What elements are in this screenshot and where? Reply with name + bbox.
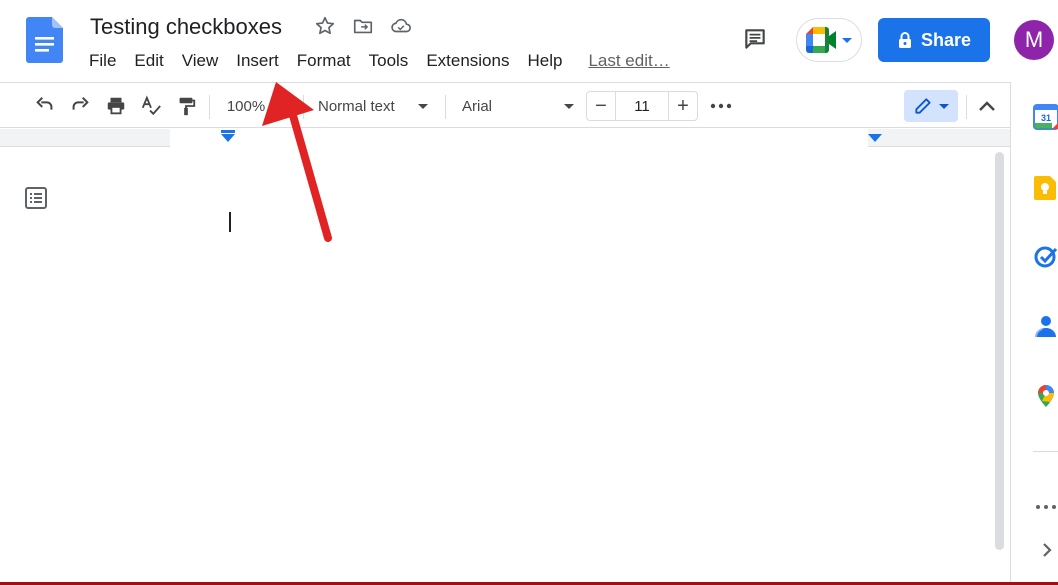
increase-font-size-button[interactable]: + <box>669 92 697 120</box>
collapse-icon[interactable] <box>976 83 998 129</box>
document-canvas[interactable] <box>0 148 1010 582</box>
meet-icon <box>806 27 836 53</box>
tasks-icon[interactable] <box>1033 243 1058 269</box>
chevron-down-icon <box>842 37 852 43</box>
right-indent-marker[interactable] <box>868 134 882 142</box>
menu-bar: File Edit View Insert Format Tools Exten… <box>89 50 679 72</box>
ruler-page-area <box>170 129 868 147</box>
share-label: Share <box>920 29 972 50</box>
font-size-stepper: − 11 + <box>586 91 698 121</box>
lock-icon <box>898 32 911 48</box>
undo-icon[interactable] <box>32 83 58 129</box>
menu-file[interactable]: File <box>89 50 125 72</box>
side-panel: 31 <box>1010 82 1058 582</box>
text-cursor <box>229 212 231 232</box>
style-value: Normal text <box>318 97 395 115</box>
chevron-down-icon <box>939 103 949 109</box>
avatar[interactable]: M <box>1014 20 1054 60</box>
font-value: Arial <box>462 97 493 115</box>
left-indent-marker[interactable] <box>221 134 235 142</box>
header: Testing checkboxes File Edit View Insert… <box>0 0 1058 82</box>
menu-edit[interactable]: Edit <box>125 50 172 72</box>
comment-icon[interactable] <box>737 24 773 54</box>
menu-format[interactable]: Format <box>288 50 360 72</box>
star-icon[interactable] <box>313 14 337 38</box>
print-icon[interactable] <box>103 83 129 129</box>
keep-icon[interactable] <box>1033 175 1058 201</box>
editing-mode-button[interactable] <box>904 90 958 122</box>
zoom-select[interactable]: 100% <box>222 83 270 129</box>
first-line-indent-marker[interactable] <box>221 130 235 133</box>
calendar-day: 31 <box>1041 113 1051 123</box>
pencil-icon <box>915 98 931 114</box>
toolbar: 100% Normal text Arial − 11 + <box>0 82 1010 128</box>
style-select[interactable]: Normal text <box>318 83 434 129</box>
menu-help[interactable]: Help <box>518 50 571 72</box>
more-icon[interactable] <box>708 83 734 129</box>
menu-insert[interactable]: Insert <box>227 50 288 72</box>
font-size-input[interactable]: 11 <box>615 92 669 120</box>
zoom-value: 100% <box>226 97 266 115</box>
cloud-status-icon[interactable] <box>389 14 413 38</box>
redo-icon[interactable] <box>67 83 93 129</box>
chevron-down-icon <box>564 103 574 109</box>
chevron-down-icon <box>418 103 428 109</box>
spellcheck-icon[interactable] <box>138 83 164 129</box>
ruler[interactable] <box>0 129 1010 147</box>
menu-view[interactable]: View <box>173 50 228 72</box>
font-select[interactable]: Arial <box>462 83 578 129</box>
menu-extensions[interactable]: Extensions <box>417 50 518 72</box>
menu-tools[interactable]: Tools <box>360 50 418 72</box>
calendar-icon[interactable]: 31 <box>1033 104 1058 130</box>
panel-divider <box>1033 451 1058 452</box>
share-button[interactable]: Share <box>878 18 990 62</box>
scrollbar[interactable] <box>995 152 1004 550</box>
document-title[interactable]: Testing checkboxes <box>90 14 282 40</box>
outline-icon[interactable] <box>24 186 48 210</box>
contacts-icon[interactable] <box>1033 313 1058 339</box>
move-folder-icon[interactable] <box>351 14 375 38</box>
last-edit-link[interactable]: Last edit… <box>579 50 678 72</box>
more-icon[interactable] <box>1033 502 1058 512</box>
maps-icon[interactable] <box>1033 383 1058 409</box>
meet-button[interactable] <box>796 18 862 62</box>
decrease-font-size-button[interactable]: − <box>587 92 615 120</box>
paint-format-icon[interactable] <box>173 83 199 129</box>
expand-panel-icon[interactable] <box>1033 540 1058 560</box>
docs-logo-icon[interactable] <box>26 17 63 63</box>
